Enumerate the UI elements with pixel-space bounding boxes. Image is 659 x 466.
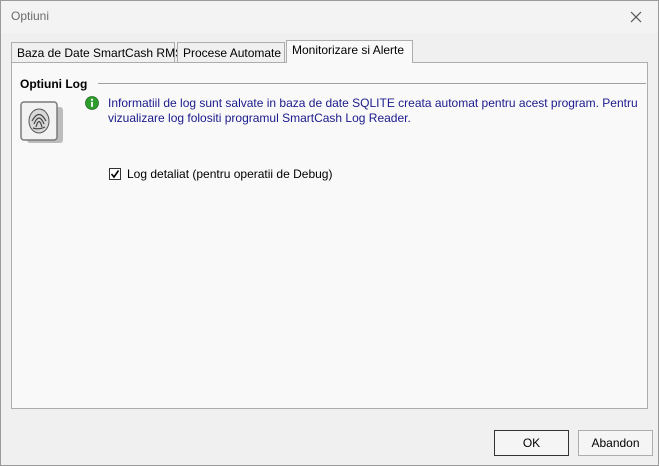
info-icon xyxy=(85,96,99,110)
log-info-message: Informatiil de log sunt salvate in baza … xyxy=(108,96,638,125)
tab-label: Monitorizare si Alerte xyxy=(292,43,405,57)
title-bar: Optiuni xyxy=(1,1,658,33)
section-divider xyxy=(98,83,646,84)
options-dialog: Optiuni Baza de Date SmartCash RMS Proce… xyxy=(0,0,659,466)
section-title: Optiuni Log xyxy=(20,77,88,91)
close-icon xyxy=(630,11,642,23)
log-detailed-checkbox[interactable] xyxy=(109,168,121,180)
log-detailed-label: Log detaliat (pentru operatii de Debug) xyxy=(127,167,333,181)
tab-label: Baza de Date SmartCash RMS xyxy=(17,46,184,60)
tab-strip: Baza de Date SmartCash RMS Procese Autom… xyxy=(11,40,651,63)
tab-label: Procese Automate xyxy=(183,46,282,60)
tab-monitorizare-alerte[interactable]: Monitorizare si Alerte xyxy=(286,40,413,63)
checkmark-icon xyxy=(110,170,120,179)
tab-procese-automate[interactable]: Procese Automate xyxy=(177,42,285,62)
cancel-button[interactable]: Abandon xyxy=(578,430,653,456)
log-detailed-option[interactable]: Log detaliat (pentru operatii de Debug) xyxy=(109,167,332,181)
tab-panel-monitorizare: Optiuni Log Informatiil de log sunt salv… xyxy=(11,62,648,409)
fingerprint-document-icon xyxy=(20,101,63,143)
ok-button[interactable]: OK xyxy=(494,430,569,456)
close-button[interactable] xyxy=(622,6,650,28)
tab-baza-de-date[interactable]: Baza de Date SmartCash RMS xyxy=(11,42,183,62)
window-title: Optiuni xyxy=(11,9,50,23)
